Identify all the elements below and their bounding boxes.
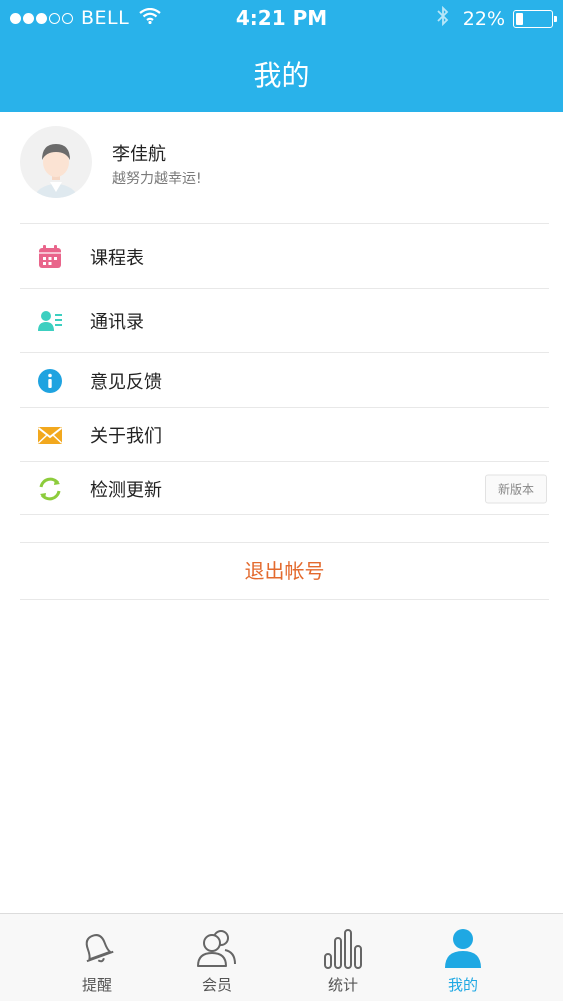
nav-bar: 我的 [0, 36, 563, 112]
person-icon [441, 926, 485, 970]
contacts-icon [37, 308, 63, 334]
profile-name: 李佳航 [112, 144, 166, 165]
avatar-person-icon [34, 144, 78, 198]
menu-item-contacts[interactable]: 通讯录 [0, 289, 563, 353]
bar-chart-icon [321, 926, 365, 970]
main-content: 李佳航 越努力越幸运! 课程表 通讯录 意见反馈 关于我们 检测更新 新版本 退… [0, 112, 563, 913]
tab-label: 会员 [201, 976, 232, 994]
members-icon [195, 926, 239, 970]
calendar-icon [37, 244, 63, 270]
battery-icon [513, 9, 557, 28]
tab-label: 我的 [447, 976, 478, 994]
mail-icon [37, 422, 63, 448]
tab-label: 统计 [327, 976, 358, 994]
battery-fill [516, 12, 523, 25]
tab-mine[interactable]: 我的 [418, 914, 508, 1001]
menu-item-label: 课程表 [90, 247, 144, 269]
tab-bar: 提醒 会员 统计 我的 [0, 913, 563, 1000]
logout-button[interactable]: 退出帐号 [20, 542, 549, 600]
tab-label: 提醒 [81, 976, 112, 994]
menu-list: 课程表 通讯录 意见反馈 关于我们 检测更新 新版本 [0, 224, 563, 515]
tab-reminders[interactable]: 提醒 [52, 914, 142, 1001]
page-title: 我的 [253, 59, 310, 92]
bell-icon [75, 926, 119, 970]
status-right: 22% [437, 5, 557, 31]
divider [20, 514, 549, 515]
status-bar: BELL 4:21 PM 22% [0, 0, 563, 36]
battery-percent: 22% [462, 7, 505, 30]
menu-item-label: 检测更新 [90, 479, 162, 501]
refresh-icon [37, 476, 63, 502]
menu-item-schedule[interactable]: 课程表 [0, 224, 563, 289]
menu-item-label: 意见反馈 [90, 371, 162, 393]
menu-item-about[interactable]: 关于我们 [0, 408, 563, 462]
tab-statistics[interactable]: 统计 [298, 914, 388, 1001]
info-icon [37, 368, 63, 394]
menu-item-check-update[interactable]: 检测更新 新版本 [0, 462, 563, 515]
menu-item-label: 关于我们 [90, 426, 162, 447]
new-version-badge[interactable]: 新版本 [484, 474, 547, 503]
menu-item-feedback[interactable]: 意见反馈 [0, 353, 563, 408]
menu-item-label: 通讯录 [90, 312, 144, 333]
avatar[interactable] [20, 126, 92, 198]
profile-motto: 越努力越幸运! [112, 171, 202, 187]
bluetooth-icon [437, 5, 449, 31]
profile-card[interactable]: 李佳航 越努力越幸运! [0, 112, 563, 224]
tab-members[interactable]: 会员 [172, 914, 262, 1001]
